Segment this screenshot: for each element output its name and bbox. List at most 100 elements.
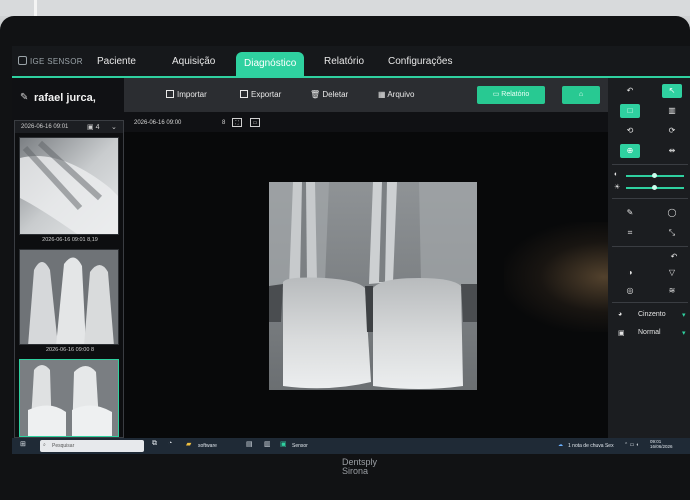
wave-icon[interactable]: ≋ [662, 284, 682, 298]
logo-line-2: Sirona [342, 466, 369, 476]
export-label: Exportar [251, 90, 282, 99]
xray-image [269, 182, 477, 390]
palette-icon: ◕ [618, 311, 623, 318]
tab-paciente[interactable]: Paciente [97, 54, 136, 78]
thumbnail-3[interactable] [19, 359, 119, 437]
export-button[interactable]: Exportar [240, 90, 281, 99]
report-button[interactable]: ▭ Relatório [477, 86, 545, 104]
grid-icon: ▦ [378, 90, 386, 99]
search-icon: ⌕ [43, 442, 46, 448]
tab-bar: IGE SENSOR Paciente Aquisição Diagnóstic… [12, 46, 690, 78]
chevron-down-icon[interactable]: ▾ [682, 311, 686, 319]
windows-taskbar: ⊞ Pesquisar ⌕ ⧉ ◔ ▰ software ▤ ▥ ▣ Senso… [12, 438, 690, 454]
divider [612, 246, 688, 247]
divider [612, 164, 688, 165]
thumbnail-1[interactable] [19, 137, 119, 235]
camera-button[interactable]: ⌂ [562, 86, 600, 104]
zoom-icon[interactable]: ⊕ [620, 144, 640, 158]
brightness-icon: ☀ [614, 184, 621, 191]
trash-icon: 🗑 [310, 90, 321, 99]
task-view-icon[interactable]: ⧉ [152, 440, 157, 448]
split-view-icon[interactable]: ▥ [662, 104, 682, 118]
archive-button[interactable]: ▦ Arquivo [378, 90, 414, 99]
filter-select[interactable]: Normal [638, 329, 661, 336]
tab-label: Relatório [324, 56, 365, 67]
image-viewer[interactable] [124, 132, 690, 438]
pen-icon[interactable]: ✎ [620, 206, 640, 220]
image-number: 8 [222, 120, 226, 126]
contrast-slider-knob[interactable] [652, 173, 657, 178]
single-view-icon[interactable]: □ [620, 104, 640, 118]
xray-thumbnail-3 [20, 360, 118, 436]
tab-label: Paciente [97, 56, 136, 67]
archive-label: Arquivo [387, 90, 415, 99]
taskbar-app-software[interactable]: software [198, 443, 217, 449]
delete-label: Deletar [322, 90, 349, 99]
pointer-icon[interactable]: ↖ [662, 84, 682, 98]
chevron-down-icon[interactable]: ▾ [682, 329, 686, 337]
rotate-right-icon[interactable]: ⟳ [662, 124, 682, 138]
tab-label: Diagnóstico [244, 58, 297, 69]
taskbar-app-sensor[interactable]: Sensor [292, 443, 308, 449]
edge-icon[interactable]: ◔ [168, 440, 172, 447]
clock[interactable]: 09:01 16/06/2026 [650, 439, 673, 449]
monitor-stand-background [0, 0, 690, 16]
tray-icons[interactable]: ⌃ ▭ ◖ [624, 442, 639, 448]
thumbnail-caption-2: 2026-06-16 09:00 8 [45, 347, 94, 353]
app-icon[interactable]: ▥ [264, 440, 271, 448]
clock-date: 16/06/2026 [650, 444, 673, 449]
patient-name: rafael jurca, [34, 92, 96, 104]
thumbnail-2[interactable] [19, 249, 119, 345]
right-tool-panel: ↶ ↖ □ ▥ ⟲ ⟳ ⊕ ⇹ ◐ ☀ ✎ ◯ ⌗ ⤡ ↶ ◑ ▽ ◎ ≋ ◕ … [608, 78, 690, 438]
measure-icon[interactable]: ⤡ [662, 226, 682, 240]
filter-icon[interactable]: ▽ [662, 266, 682, 280]
camera-icon: ⌂ [578, 91, 584, 98]
fullscreen-icon[interactable]: ▭ [250, 118, 260, 127]
tab-configuracoes[interactable]: Configurações [388, 54, 452, 78]
crop-icon[interactable]: ⌗ [620, 226, 640, 240]
report-label: Relatório [501, 91, 530, 98]
tab-aquisicao[interactable]: Aquisição [172, 54, 215, 78]
delete-button[interactable]: 🗑 Deletar [310, 90, 348, 99]
sharpen-icon[interactable]: ◎ [620, 284, 640, 298]
tab-relatorio[interactable]: Relatório [324, 54, 364, 78]
brightness-slider-knob[interactable] [652, 185, 657, 190]
app-icon[interactable]: ▤ [246, 440, 253, 448]
import-button[interactable]: Importar [166, 90, 207, 99]
flip-horizontal-icon[interactable]: ⇹ [662, 144, 682, 158]
tab-diagnostico[interactable]: Diagnóstico [236, 52, 305, 78]
undo-icon[interactable]: ↶ [620, 84, 640, 98]
thumbnail-header: 2026-06-16 09:01 ▣ 4 ⌄ [15, 121, 123, 133]
tab-label: Configurações [388, 56, 453, 67]
contrast-icon: ◐ [614, 171, 619, 178]
image-filter-icon: ▣ [618, 330, 625, 337]
thumbnail-header-date: 2026-06-16 09:01 [21, 124, 69, 130]
reset-icon[interactable]: ↶ [664, 250, 684, 264]
ellipse-icon[interactable]: ◯ [662, 206, 682, 220]
dentsply-sirona-logo: Dentsply Sirona [342, 458, 377, 476]
weather-icon: ☁ [558, 442, 563, 448]
brand-label: IGE SENSOR [30, 57, 83, 66]
brand: IGE SENSOR [18, 56, 83, 66]
import-label: Importar [177, 90, 207, 99]
image-datetime: 2026-06-16 09:00 [134, 120, 182, 126]
toolbar: Importar Exportar 🗑 Deletar ▦ Arquivo ▭ … [124, 78, 608, 112]
color-mode-select[interactable]: Cinzento [638, 311, 666, 318]
chevron-down-icon[interactable]: ⌄ [111, 123, 117, 131]
brand-logo-icon [18, 56, 27, 65]
invert-icon[interactable]: ◑ [620, 266, 640, 280]
screen: IGE SENSOR Paciente Aquisição Diagnóstic… [12, 46, 690, 454]
folder-icon[interactable]: ▰ [186, 440, 191, 448]
thumbnail-caption-1: 2026-06-16 09:01 8,19 [42, 237, 98, 243]
taskbar-search-input[interactable]: Pesquisar [40, 440, 144, 452]
image-count-value: 4 [95, 124, 100, 131]
divider [612, 302, 688, 303]
windows-start-icon[interactable]: ⊞ [20, 440, 26, 448]
import-icon [166, 90, 174, 98]
fit-screen-icon[interactable]: ⛶ [232, 118, 242, 127]
edit-icon[interactable]: ✎ [20, 92, 28, 103]
sensor-app-icon[interactable]: ▣ [280, 440, 287, 448]
rotate-left-icon[interactable]: ⟲ [620, 124, 640, 138]
image-count: ▣ 4 [87, 124, 100, 131]
divider [612, 198, 688, 199]
